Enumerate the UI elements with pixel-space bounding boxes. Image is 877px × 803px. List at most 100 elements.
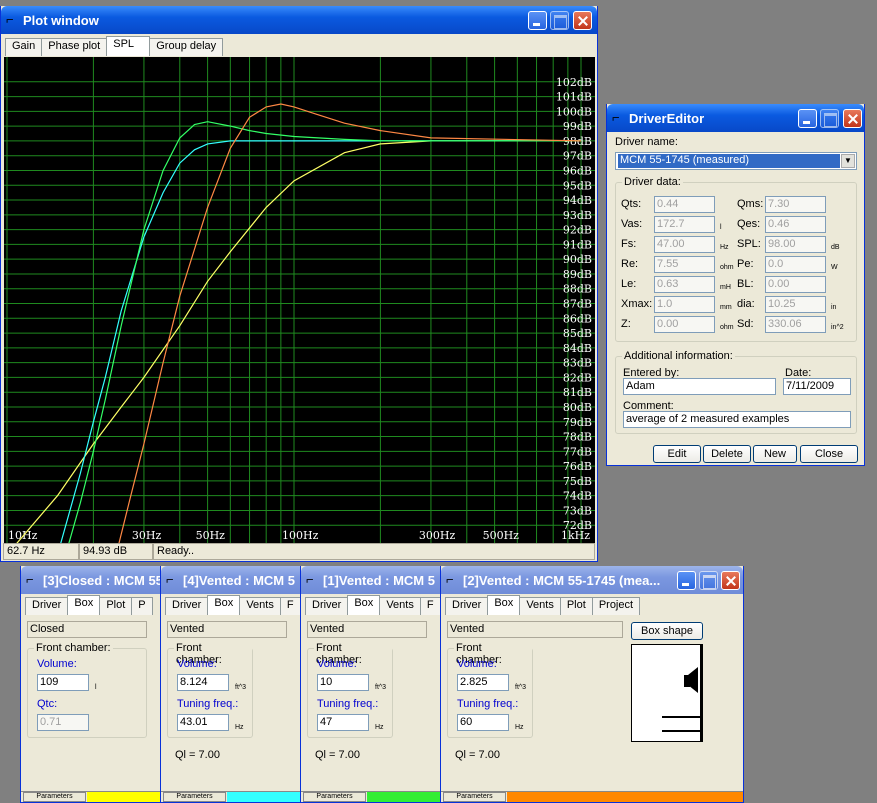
box-tab[interactable]: Driver [445, 597, 489, 615]
driver-name-value: MCM 55-1745 (measured) [618, 154, 840, 168]
box-title-bar[interactable]: ⌐ [1]Vented : MCM 5 [301, 566, 445, 594]
volume-field[interactable]: 10 [317, 674, 369, 691]
driver-param-label: dia: [737, 298, 755, 310]
tab-group-delay[interactable]: Group delay [149, 38, 224, 56]
delete-button[interactable]: Delete [703, 445, 751, 463]
second-param-label: Tuning freq.: [317, 698, 379, 710]
minimize-icon[interactable] [528, 11, 547, 30]
driver-param-field[interactable]: 1.0 [654, 296, 715, 313]
spl-plot[interactable]: 102dB101dB100dB99dB98dB97dB96dB95dB94dB9… [4, 57, 595, 543]
box-tab[interactable]: F [419, 597, 441, 615]
box-tab[interactable]: Box [347, 595, 381, 615]
app-icon: ⌐ [306, 572, 314, 587]
driver-param-field[interactable]: 10.25 [765, 296, 826, 313]
driver-param-field[interactable]: 0.44 [654, 196, 715, 213]
driver-param-unit: mH [720, 284, 731, 291]
driver-data-label: Driver data: [622, 176, 683, 188]
driver-param-field[interactable]: 330.06 [765, 316, 826, 333]
close-icon[interactable] [843, 109, 862, 128]
box-tab[interactable]: Vents [239, 597, 281, 615]
box-tab[interactable]: Box [487, 595, 521, 615]
ql-value: Ql = 7.00 [175, 749, 220, 761]
box-tab[interactable]: Driver [165, 597, 209, 615]
driver-param-field[interactable]: 0.63 [654, 276, 715, 293]
parameters-tab[interactable]: Parameters [303, 792, 366, 802]
comment-field[interactable]: average of 2 measured examples [623, 411, 851, 428]
volume-field[interactable]: 109 [37, 674, 89, 691]
driver-editor-window: ⌐ DriverEditor Driver name: MCM 55-1745 … [606, 104, 865, 466]
driver-param-field[interactable]: 7.55 [654, 256, 715, 273]
parameters-tab[interactable]: Parameters [23, 792, 86, 802]
close-icon[interactable] [573, 11, 592, 30]
volume-label: Volume: [37, 658, 77, 670]
box-tab[interactable]: Project [591, 597, 641, 615]
box-tab[interactable]: Plot [559, 597, 593, 615]
box-footer: Parameters [301, 791, 445, 802]
date-field[interactable]: 7/11/2009 [783, 378, 851, 395]
minimize-icon[interactable] [798, 109, 817, 128]
driver-param-field[interactable]: 7.30 [765, 196, 826, 213]
plot-window: ⌐ Plot window Gain Phase plot SPL Group … [0, 6, 598, 562]
y-tick-label: 94dB [563, 194, 592, 207]
box-title-bar[interactable]: ⌐ [4]Vented : MCM 5 [161, 566, 305, 594]
driver-name-select[interactable]: MCM 55-1745 (measured) ▼ [615, 152, 857, 170]
box-tab[interactable]: Driver [305, 597, 349, 615]
second-param-label: Qtc: [37, 698, 58, 710]
volume-field[interactable]: 8.124 [177, 674, 229, 691]
box-tab[interactable]: P [131, 597, 153, 615]
driver-param-field[interactable]: 172.7 [654, 216, 715, 233]
edit-button[interactable]: Edit [653, 445, 701, 463]
box-tab[interactable]: F [279, 597, 301, 615]
maximize-icon[interactable] [699, 571, 718, 590]
second-param-field[interactable]: 0.71 [37, 714, 89, 731]
y-tick-label: 80dB [563, 401, 592, 414]
driver-param-field[interactable]: 0.00 [765, 276, 826, 293]
maximize-icon[interactable] [820, 109, 839, 128]
box-window-title: [2]Vented : MCM 55-1745 (mea... [463, 573, 661, 588]
tab-spl[interactable]: SPL [106, 36, 151, 56]
front-chamber-label: Front chamber: [34, 642, 113, 654]
driver-param-unit: dB [831, 244, 840, 251]
y-tick-label: 76dB [563, 460, 592, 473]
driver-title-bar[interactable]: ⌐ DriverEditor [607, 104, 864, 132]
box-type-field: Vented [447, 621, 623, 638]
tab-gain[interactable]: Gain [5, 38, 43, 56]
box-title-bar[interactable]: ⌐ [2]Vented : MCM 55-1745 (mea... [441, 566, 743, 594]
box-shape-button[interactable]: Box shape [631, 622, 703, 640]
box-tabs: Driver Box Vents Plot Project [445, 595, 641, 615]
driver-param-label: Sd: [737, 318, 754, 330]
driver-param-field[interactable]: 0.00 [654, 316, 715, 333]
driver-param-field[interactable]: 47.00 [654, 236, 715, 253]
volume-label: Volume: [317, 658, 357, 670]
box-tab[interactable]: Plot [99, 597, 133, 615]
tab-phase-plot[interactable]: Phase plot [41, 38, 108, 56]
box-window-title: [3]Closed : MCM 55 [43, 573, 161, 588]
driver-param-field[interactable]: 0.0 [765, 256, 826, 273]
additional-info-label: Additional information: [622, 350, 735, 362]
new-button[interactable]: New [753, 445, 797, 463]
second-param-field[interactable]: 60 [457, 714, 509, 731]
chevron-down-icon[interactable]: ▼ [841, 154, 855, 168]
driver-param-label: Le: [621, 278, 637, 290]
maximize-icon[interactable] [550, 11, 569, 30]
box-type-field: Vented [307, 621, 427, 638]
second-param-field[interactable]: 47 [317, 714, 369, 731]
box-tab[interactable]: Driver [25, 597, 69, 615]
plot-title-bar[interactable]: ⌐ Plot window [1, 6, 597, 34]
box-title-bar[interactable]: ⌐ [3]Closed : MCM 55 [21, 566, 165, 594]
close-button[interactable]: Close [800, 445, 858, 463]
volume-field[interactable]: 2.825 [457, 674, 509, 691]
box-tab[interactable]: Vents [379, 597, 421, 615]
minimize-icon[interactable] [677, 571, 696, 590]
parameters-tab[interactable]: Parameters [163, 792, 226, 802]
y-tick-label: 96dB [563, 164, 592, 177]
second-param-field[interactable]: 43.01 [177, 714, 229, 731]
box-tab[interactable]: Box [207, 595, 241, 615]
close-icon[interactable] [721, 571, 740, 590]
box-tab[interactable]: Vents [519, 597, 561, 615]
box-tab[interactable]: Box [67, 595, 101, 615]
parameters-tab[interactable]: Parameters [443, 792, 506, 802]
entered-by-field[interactable]: Adam [623, 378, 776, 395]
driver-param-field[interactable]: 98.00 [765, 236, 826, 253]
driver-param-field[interactable]: 0.46 [765, 216, 826, 233]
